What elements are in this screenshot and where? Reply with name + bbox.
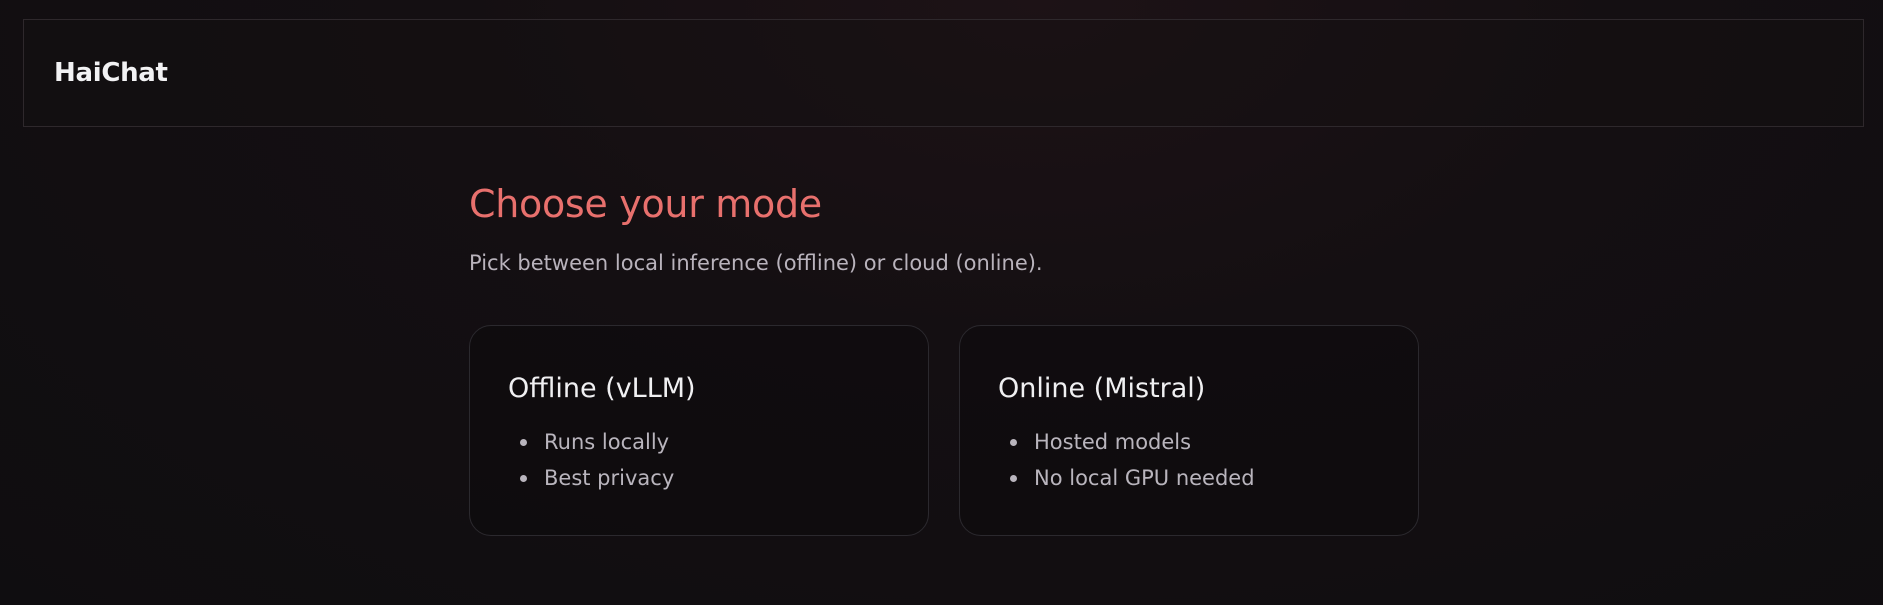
top-bar: HaiChat bbox=[23, 19, 1864, 127]
page-title: Choose your mode bbox=[469, 182, 822, 226]
offline-feature-list: Runs locally Best privacy bbox=[508, 424, 890, 496]
list-item: Hosted models bbox=[998, 424, 1380, 460]
feature-label: Hosted models bbox=[1034, 430, 1192, 454]
brand-logo-text[interactable]: HaiChat bbox=[54, 58, 168, 88]
page-subtitle: Pick between local inference (offline) o… bbox=[469, 251, 1043, 275]
online-feature-list: Hosted models No local GPU needed bbox=[998, 424, 1380, 496]
list-item: Runs locally bbox=[508, 424, 890, 460]
online-mode-card[interactable]: Online (Mistral) Hosted models No local … bbox=[959, 325, 1419, 536]
list-item: No local GPU needed bbox=[998, 460, 1380, 496]
offline-mode-card[interactable]: Offline (vLLM) Runs locally Best privacy bbox=[469, 325, 929, 536]
bullet-icon bbox=[1010, 438, 1017, 446]
bullet-icon bbox=[520, 474, 527, 482]
online-mode-title: Online (Mistral) bbox=[998, 373, 1206, 404]
list-item: Best privacy bbox=[508, 460, 890, 496]
feature-label: Runs locally bbox=[544, 430, 670, 454]
bullet-icon bbox=[520, 438, 527, 446]
offline-mode-title: Offline (vLLM) bbox=[508, 373, 696, 404]
mode-selection: Choose your mode Pick between local infe… bbox=[469, 178, 1429, 536]
mode-cards: Offline (vLLM) Runs locally Best privacy… bbox=[469, 325, 1419, 536]
feature-label: Best privacy bbox=[544, 466, 675, 490]
feature-label: No local GPU needed bbox=[1034, 466, 1255, 490]
bullet-icon bbox=[1010, 474, 1017, 482]
